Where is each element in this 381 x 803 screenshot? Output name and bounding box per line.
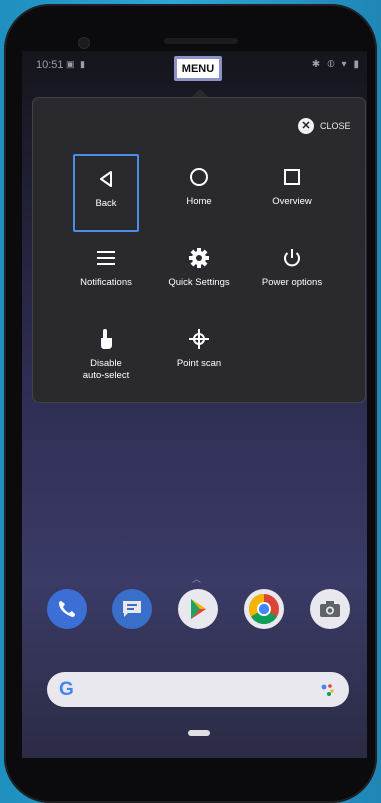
power-icon	[281, 247, 303, 269]
menu-item-notifications[interactable]: Notifications	[73, 235, 139, 313]
gear-icon	[188, 247, 210, 269]
close-icon: ✕	[298, 118, 314, 134]
menu-item-point-scan[interactable]: Point scan	[166, 316, 232, 394]
home-gesture-pill[interactable]	[188, 730, 210, 736]
battery-icon: ▮	[353, 59, 359, 70]
status-icons: ✱ ⦶ ▾ ▮	[312, 59, 359, 70]
back-triangle-icon	[95, 168, 117, 190]
status-time: 10:51	[36, 59, 64, 71]
menu-item-label: Quick Settings	[168, 277, 230, 288]
menu-item-label: Disable auto-select	[82, 358, 130, 381]
overview-square-icon	[281, 166, 303, 188]
crosshair-icon	[188, 328, 210, 350]
home-circle-icon	[188, 166, 210, 188]
earpiece-speaker	[164, 38, 238, 44]
bluetooth-icon: ✱	[311, 59, 321, 70]
play-store-app-icon[interactable]	[178, 589, 218, 629]
screen: 10:51 ▣ ▮ ✱ ⦶ ▾ ▮ MENU ✕ CLOSE Back Home…	[22, 51, 367, 758]
menu-item-label: Point scan	[176, 358, 222, 369]
menu-item-quick-settings[interactable]: Quick Settings	[166, 235, 232, 313]
front-camera	[78, 37, 90, 49]
switch-access-menu: ✕ CLOSE Back Home Overview Notifications…	[32, 97, 366, 403]
phone-frame: 10:51 ▣ ▮ ✱ ⦶ ▾ ▮ MENU ✕ CLOSE Back Home…	[4, 4, 377, 803]
menu-item-power-options[interactable]: Power options	[259, 235, 325, 313]
menu-item-disable-auto-select[interactable]: Disable auto-select	[73, 316, 139, 402]
phone-app-icon[interactable]	[47, 589, 87, 629]
app-drawer-arrow-icon[interactable]: ︿	[192, 572, 201, 585]
notifications-menu-icon	[95, 247, 117, 269]
menu-label-text: MENU	[181, 62, 215, 75]
menu-item-home[interactable]: Home	[166, 154, 232, 232]
menu-item-label: Back	[95, 198, 117, 209]
camera-app-icon[interactable]	[310, 589, 350, 629]
menu-item-label: Power options	[261, 277, 323, 288]
image-notification-icon: ▣	[66, 59, 75, 69]
messages-app-icon[interactable]	[112, 589, 152, 629]
assistant-mic-icon[interactable]	[321, 683, 335, 697]
menu-item-label: Home	[186, 196, 212, 207]
chrome-app-icon[interactable]	[244, 589, 284, 629]
wifi-icon: ▾	[341, 59, 347, 70]
menu-label: MENU	[174, 56, 222, 81]
google-g-icon: G	[59, 679, 74, 700]
touch-hand-icon	[95, 328, 117, 350]
menu-item-label: Overview	[272, 196, 312, 207]
google-search-bar[interactable]: G	[47, 672, 349, 707]
vibrate-icon: ⦶	[327, 59, 335, 70]
menu-item-back[interactable]: Back	[73, 154, 139, 232]
dock	[45, 589, 355, 633]
menu-item-label: Notifications	[80, 277, 132, 288]
close-button[interactable]: ✕ CLOSE	[298, 117, 351, 135]
menu-item-overview[interactable]: Overview	[259, 154, 325, 232]
sim-notification-icon: ▮	[80, 59, 85, 69]
close-label: CLOSE	[320, 121, 351, 131]
